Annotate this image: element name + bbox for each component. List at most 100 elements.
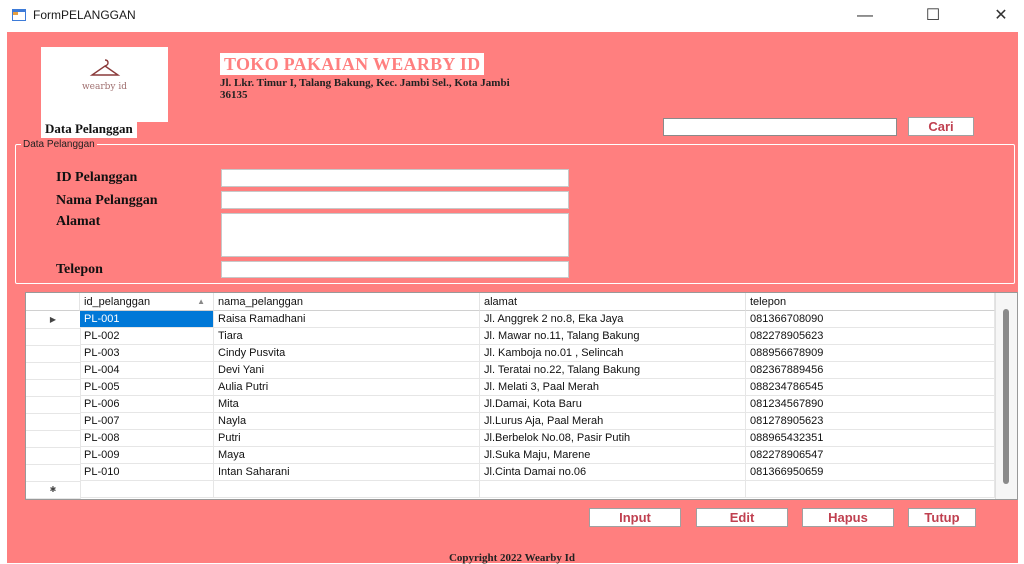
alamat-field[interactable] — [221, 213, 569, 257]
row-header[interactable] — [26, 396, 81, 414]
cell-alamat[interactable]: Jl.Suka Maju, Marene — [480, 447, 746, 464]
cell-telepon[interactable]: 081366708090 — [746, 311, 995, 328]
row-header[interactable] — [26, 447, 81, 465]
grid-corner-header — [26, 293, 80, 311]
cell-alamat[interactable]: Jl.Damai, Kota Baru — [480, 396, 746, 413]
cell-telepon[interactable]: 081234567890 — [746, 396, 995, 413]
row-header[interactable] — [26, 345, 81, 363]
cell-alamat[interactable]: Jl.Berbelok No.08, Pasir Putih — [480, 430, 746, 447]
window-title: FormPELANGGAN — [33, 8, 136, 22]
column-header-id[interactable]: id_pelanggan ▲ — [80, 293, 214, 311]
new-row-header[interactable]: ✱ — [26, 481, 81, 499]
table-row[interactable]: PL-005 Aulia Putri Jl. Melati 3, Paal Mera… — [26, 379, 995, 397]
cell-id[interactable]: PL-004 — [80, 362, 214, 379]
cell-nama[interactable]: Aulia Putri — [214, 379, 480, 396]
cell-nama[interactable]: Devi Yani — [214, 362, 480, 379]
table-row[interactable]: PL-003 Cindy Pusvita Jl. Kamboja no.01 , S… — [26, 345, 995, 363]
cell-nama[interactable]: Putri — [214, 430, 480, 447]
cell-id[interactable]: PL-007 — [80, 413, 214, 430]
address-line-2: 36135 — [220, 89, 248, 101]
cell-telepon[interactable]: 082278906547 — [746, 447, 995, 464]
address-line-1: Jl. Lkr. Timur I, Talang Bakung, Kec. Ja… — [220, 77, 510, 89]
cell-id[interactable]: PL-002 — [80, 328, 214, 345]
cell-alamat[interactable]: Jl. Kamboja no.01 , Selincah — [480, 345, 746, 362]
column-header-nama[interactable]: nama_pelanggan — [214, 293, 480, 311]
id-pelanggan-label: ID Pelanggan — [56, 170, 138, 185]
row-header[interactable] — [26, 464, 81, 482]
new-row-cell[interactable] — [214, 481, 480, 498]
maximize-button[interactable]: ☐ — [910, 0, 956, 32]
cell-id[interactable]: PL-006 — [80, 396, 214, 413]
table-row[interactable]: PL-009 Maya Jl.Suka Maju, Marene 0822789065… — [26, 447, 995, 465]
column-header-telepon[interactable]: telepon — [746, 293, 995, 311]
nama-pelanggan-field[interactable] — [221, 191, 569, 209]
row-header[interactable] — [26, 413, 81, 431]
cell-nama[interactable]: Nayla — [214, 413, 480, 430]
cell-id[interactable]: PL-003 — [80, 345, 214, 362]
alamat-label: Alamat — [56, 214, 101, 229]
cell-alamat[interactable]: Jl.Cinta Damai no.06 — [480, 464, 746, 481]
cell-id[interactable]: PL-005 — [80, 379, 214, 396]
cell-nama[interactable]: Intan Saharani — [214, 464, 480, 481]
cell-telepon[interactable]: 081366950659 — [746, 464, 995, 481]
cell-telepon[interactable]: 088234786545 — [746, 379, 995, 396]
cell-nama[interactable]: Mita — [214, 396, 480, 413]
new-row-cell[interactable] — [80, 481, 214, 498]
table-row[interactable]: PL-004 Devi Yani Jl. Teratai no.22, Talang… — [26, 362, 995, 380]
cell-id[interactable]: PL-008 — [80, 430, 214, 447]
logo-text: wearby id — [81, 82, 128, 92]
table-row[interactable]: PL-002 Tiara Jl. Mawar no.11, Talang Bakun… — [26, 328, 995, 346]
column-header-alamat[interactable]: alamat — [480, 293, 746, 311]
telepon-field[interactable] — [221, 261, 569, 278]
table-row[interactable]: PL-007 Nayla Jl.Lurus Aja, Paal Merah 08127… — [26, 413, 995, 431]
cell-id[interactable]: PL-001 — [80, 311, 214, 328]
hanger-icon — [89, 59, 121, 76]
tutup-button[interactable]: Tutup — [908, 508, 976, 527]
minimize-button[interactable]: — — [842, 0, 888, 32]
input-button[interactable]: Input — [589, 508, 681, 527]
customer-grid[interactable]: id_pelanggan ▲ nama_pelanggan alamat tel… — [25, 292, 1018, 500]
store-logo: wearby id — [41, 47, 168, 122]
title-bar: FormPELANGGAN — ☐ ✕ — [0, 0, 1024, 32]
cell-id[interactable]: PL-010 — [80, 464, 214, 481]
cell-alamat[interactable]: Jl.Lurus Aja, Paal Merah — [480, 413, 746, 430]
row-header[interactable] — [26, 362, 81, 380]
sort-ascending-icon: ▲ — [197, 297, 205, 306]
cell-alamat[interactable]: Jl. Mawar no.11, Talang Bakung — [480, 328, 746, 345]
telepon-label: Telepon — [56, 262, 103, 277]
search-input[interactable] — [663, 118, 897, 136]
cell-id[interactable]: PL-009 — [80, 447, 214, 464]
row-header[interactable]: ▶ — [26, 311, 81, 329]
row-header[interactable] — [26, 328, 81, 346]
page-title: Data Pelanggan — [41, 120, 137, 138]
search-button[interactable]: Cari — [908, 117, 974, 136]
hapus-button[interactable]: Hapus — [802, 508, 894, 527]
new-row-cell[interactable] — [480, 481, 746, 498]
store-name: TOKO PAKAIAN WEARBY ID — [220, 53, 485, 75]
cell-telepon[interactable]: 081278905623 — [746, 413, 995, 430]
cell-nama[interactable]: Maya — [214, 447, 480, 464]
table-row[interactable]: PL-008 Putri Jl.Berbelok No.08, Pasir Puti… — [26, 430, 995, 448]
cell-telepon[interactable]: 082367889456 — [746, 362, 995, 379]
cell-nama[interactable]: Tiara — [214, 328, 480, 345]
id-pelanggan-field[interactable] — [221, 169, 569, 187]
cell-telepon[interactable]: 088965432351 — [746, 430, 995, 447]
table-row[interactable]: PL-006 Mita Jl.Damai, Kota Baru 08123456789… — [26, 396, 995, 414]
cell-alamat[interactable]: Jl. Teratai no.22, Talang Bakung — [480, 362, 746, 379]
row-header[interactable] — [26, 430, 81, 448]
cell-alamat[interactable]: Jl. Melati 3, Paal Merah — [480, 379, 746, 396]
group-legend: Data Pelanggan — [21, 139, 97, 150]
table-row[interactable]: PL-010 Intan Saharani Jl.Cinta Damai no.06… — [26, 464, 995, 482]
cell-alamat[interactable]: Jl. Anggrek 2 no.8, Eka Jaya — [480, 311, 746, 328]
new-row-cell[interactable] — [746, 481, 995, 498]
cell-nama[interactable]: Cindy Pusvita — [214, 345, 480, 362]
edit-button[interactable]: Edit — [696, 508, 788, 527]
scrollbar-thumb[interactable] — [1003, 309, 1009, 484]
row-header[interactable] — [26, 379, 81, 397]
close-button[interactable]: ✕ — [978, 0, 1024, 32]
table-row[interactable]: ▶ PL-001 Raisa Ramadhani Jl. Anggrek 2 no.8… — [26, 311, 995, 329]
cell-nama[interactable]: Raisa Ramadhani — [214, 311, 480, 328]
cell-telepon[interactable]: 088956678909 — [746, 345, 995, 362]
new-row[interactable]: ✱ — [26, 481, 995, 499]
cell-telepon[interactable]: 082278905623 — [746, 328, 995, 345]
